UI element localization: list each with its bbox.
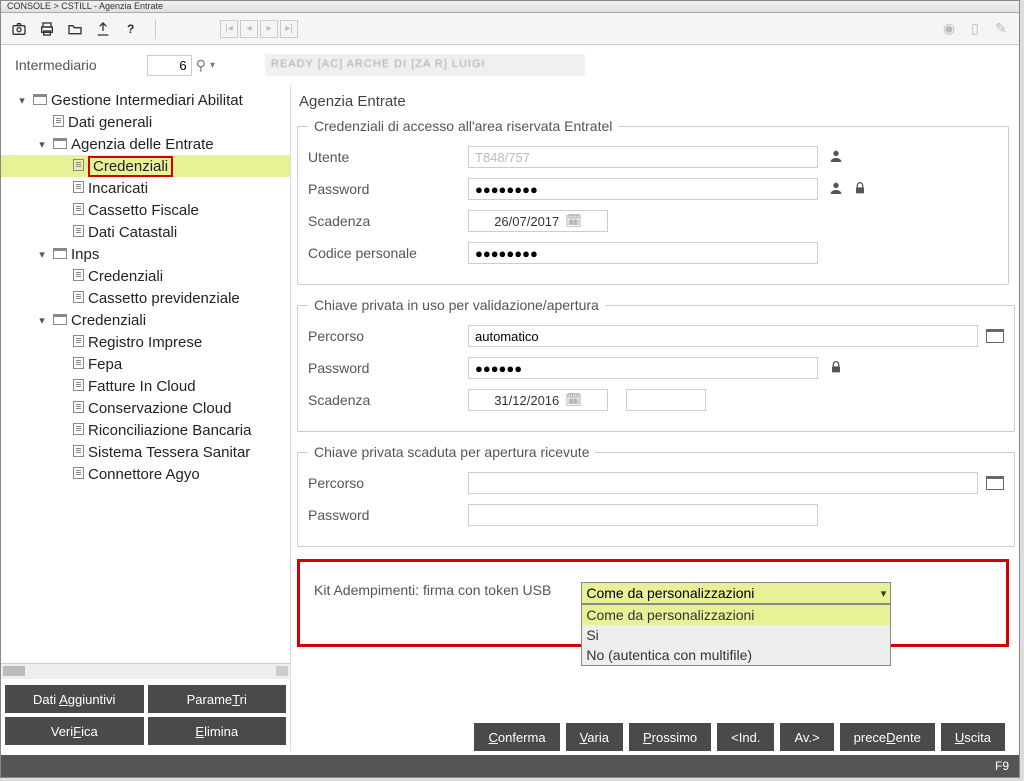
kit-option-1[interactable]: Si (582, 625, 890, 645)
password3-label: Password (308, 507, 468, 523)
tree-inps-cass[interactable]: Cassetto previdenziale (1, 287, 290, 309)
password-field[interactable] (468, 178, 818, 200)
scadenza-field[interactable]: 26/07/2017🗓 (468, 210, 608, 232)
top-toolbar: ? |◂ ◂ ▸ ▸| ◉ ▯ ✎ (1, 13, 1019, 45)
tree-dati-generali[interactable]: Dati generali (1, 111, 290, 133)
elimina-button[interactable]: Elimina (148, 717, 287, 745)
edit-icon[interactable]: ✎ (991, 19, 1011, 39)
tree-root[interactable]: ▾Gestione Intermediari Abilitat (1, 89, 290, 111)
kit-combobox[interactable]: Come da personalizzazioni ▾ (581, 582, 891, 604)
varia-button[interactable]: Varia (566, 723, 623, 751)
kit-options-list: Come da personalizzazioni Si No (autenti… (581, 604, 891, 666)
page-icon[interactable]: ▯ (965, 19, 985, 39)
tree-fepa[interactable]: Fepa (1, 353, 290, 375)
tree-agyo[interactable]: Connettore Agyo (1, 463, 290, 485)
tree-cons-cloud[interactable]: Conservazione Cloud (1, 397, 290, 419)
percorso-label: Percorso (308, 328, 468, 344)
tree-tessera[interactable]: Sistema Tessera Sanitar (1, 441, 290, 463)
folder-icon[interactable] (65, 19, 85, 39)
password2-label: Password (308, 360, 468, 376)
kit-option-0[interactable]: Come da personalizzazioni (582, 605, 890, 625)
group-chiave-uso: Chiave privata in uso per validazione/ap… (297, 297, 1015, 432)
highlighted-kit-box: Kit Adempimenti: firma con token USB Com… (297, 559, 1009, 647)
uscita-button[interactable]: Uscita (941, 723, 1005, 751)
tree-dati-catastali[interactable]: Dati Catastali (1, 221, 290, 243)
tree-inps[interactable]: ▾Inps (1, 243, 290, 265)
intermediario-number[interactable] (147, 55, 192, 76)
nav-last-icon[interactable]: ▸| (280, 20, 298, 38)
lock2-icon[interactable] (828, 359, 844, 378)
tree-agenzia[interactable]: ▾Agenzia delle Entrate (1, 133, 290, 155)
kit-label: Kit Adempimenti: firma con token USB (314, 582, 551, 598)
password3-field[interactable] (468, 504, 818, 526)
globe-icon[interactable]: ◉ (939, 19, 959, 39)
calendar2-icon[interactable]: 🗓 (565, 392, 582, 408)
codice-field[interactable] (468, 242, 818, 264)
group-credenziali: Credenziali di accesso all'area riservat… (297, 118, 1009, 285)
dropdown-small-icon[interactable]: ▾ (210, 60, 215, 71)
tree-inps-cred[interactable]: Credenziali (1, 265, 290, 287)
nav-next-icon[interactable]: ▸ (260, 20, 278, 38)
calendar-icon[interactable]: 🗓 (565, 213, 582, 229)
tree-reg-imprese[interactable]: Registro Imprese (1, 331, 290, 353)
tree-fatture-cloud[interactable]: Fatture In Cloud (1, 375, 290, 397)
status-key: F9 (995, 759, 1009, 773)
scadenza2-extra[interactable] (626, 389, 706, 411)
nav-prev-icon[interactable]: ◂ (240, 20, 258, 38)
tree-cassetto-fiscale[interactable]: Cassetto Fiscale (1, 199, 290, 221)
scadenza2-label: Scadenza (308, 392, 468, 408)
user2-icon[interactable] (828, 180, 844, 199)
group-chiave-scaduta: Chiave privata scaduta per apertura rice… (297, 444, 1015, 547)
percorso3-label: Percorso (308, 475, 468, 491)
search-small-icon[interactable]: ⚲ (196, 57, 206, 74)
password2-field[interactable] (468, 357, 818, 379)
group-chiave-legend: Chiave privata in uso per validazione/ap… (308, 297, 605, 313)
codice-label: Codice personale (308, 245, 468, 261)
bottom-action-bar: Conferma Varia Prossimo <Ind. Av.> prece… (474, 723, 1005, 751)
tree-scrollbar[interactable] (1, 663, 290, 679)
status-bar: F9 (1, 755, 1019, 777)
camera-icon[interactable] (9, 19, 29, 39)
user-icon[interactable] (828, 148, 844, 167)
chevron-down-icon: ▾ (881, 587, 887, 600)
lock-icon[interactable] (852, 180, 868, 199)
ind-button[interactable]: <Ind. (717, 723, 774, 751)
tree-credenziali[interactable]: Credenziali (1, 155, 290, 177)
help-icon[interactable]: ? (121, 19, 141, 39)
browse-folder-icon[interactable] (986, 329, 1004, 343)
utente-field[interactable] (468, 146, 818, 168)
dati-aggiuntivi-button[interactable]: Dati Aggiuntivi (5, 685, 144, 713)
print-icon[interactable] (37, 19, 57, 39)
window-title: CONSOLE > CSTILL - Agenzia Entrate (1, 1, 1019, 13)
intermediario-label: Intermediario (15, 57, 97, 73)
verifica-button[interactable]: VeriFica (5, 717, 144, 745)
kit-option-2[interactable]: No (autentica con multifile) (582, 645, 890, 665)
parametri-button[interactable]: ParameTri (148, 685, 287, 713)
kit-selected: Come da personalizzazioni (586, 585, 754, 601)
conferma-button[interactable]: Conferma (474, 723, 559, 751)
tree-cred-group[interactable]: ▾Credenziali (1, 309, 290, 331)
precedente-button[interactable]: preceDente (840, 723, 935, 751)
group-scaduta-legend: Chiave privata scaduta per apertura rice… (308, 444, 595, 460)
percorso-field[interactable] (468, 325, 978, 347)
password-label: Password (308, 181, 468, 197)
browse-folder2-icon[interactable] (986, 476, 1004, 490)
nav-first-icon[interactable]: |◂ (220, 20, 238, 38)
svg-text:?: ? (127, 22, 134, 36)
panel-title: Agenzia Entrate (299, 93, 1009, 110)
av-button[interactable]: Av.> (780, 723, 833, 751)
percorso3-field[interactable] (468, 472, 978, 494)
scadenza-label: Scadenza (308, 213, 468, 229)
nav-tree: ▾Gestione Intermediari Abilitat Dati gen… (1, 89, 290, 663)
tree-incaricati[interactable]: Incaricati (1, 177, 290, 199)
scadenza2-field[interactable]: 31/12/2016🗓 (468, 389, 608, 411)
upload-icon[interactable] (93, 19, 113, 39)
tree-ric-banc[interactable]: Riconciliazione Bancaria (1, 419, 290, 441)
prossimo-button[interactable]: Prossimo (629, 723, 711, 751)
utente-label: Utente (308, 149, 468, 165)
intermediario-name: READY [AC] ARCHE DI [ZA R] LUIGI (265, 54, 585, 76)
group-credenziali-legend: Credenziali di accesso all'area riservat… (308, 118, 618, 134)
